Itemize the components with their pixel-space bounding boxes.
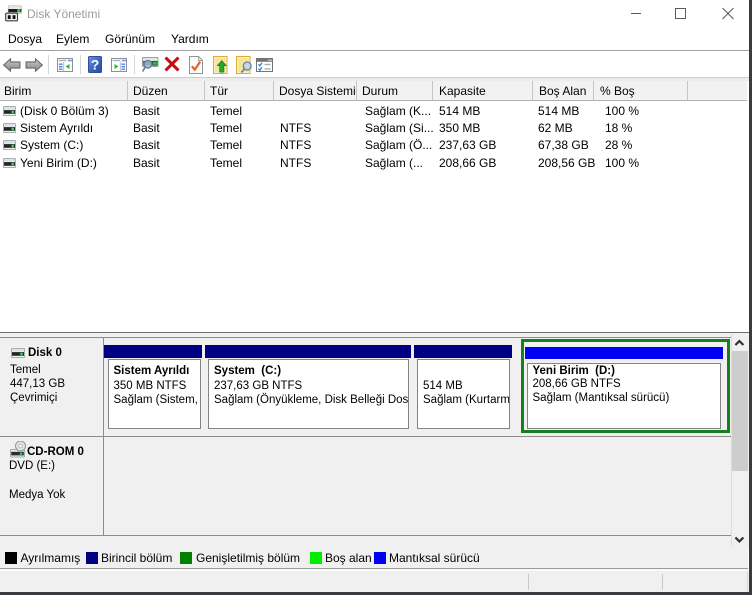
svg-text:?: ? [91, 57, 100, 73]
